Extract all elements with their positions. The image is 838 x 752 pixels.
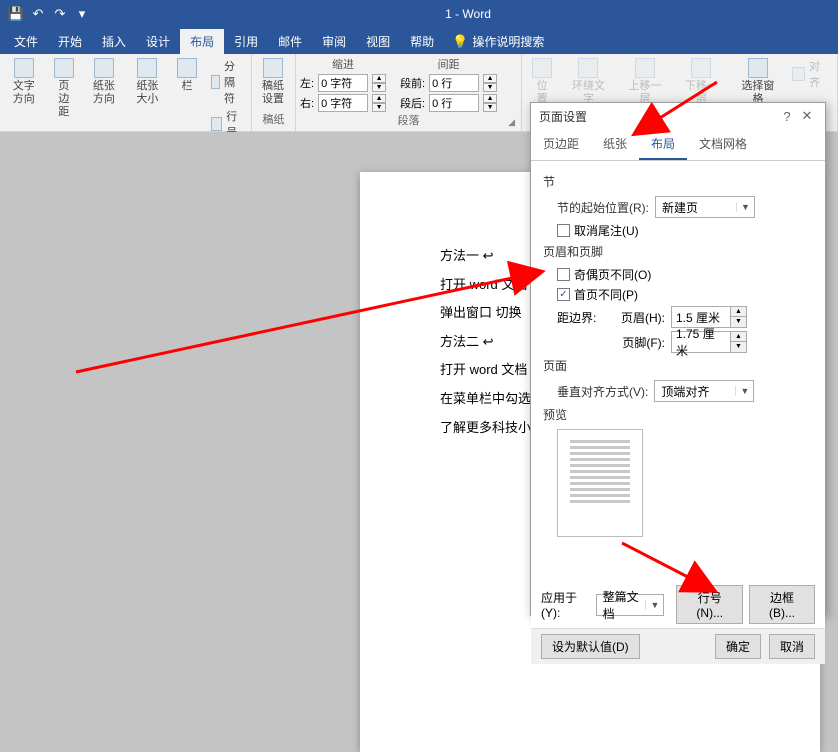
tab-view[interactable]: 视图 bbox=[356, 29, 400, 54]
selection-pane-button[interactable]: 选择窗格 bbox=[732, 56, 784, 108]
dialog-tabs: 页边距 纸张 布局 文档网格 bbox=[531, 129, 825, 161]
dialog-apply-row: 应用于(Y): 整篇文档 ▼ 行号(N)... 边框(B)... bbox=[531, 581, 825, 628]
breaks-button[interactable]: 分隔符 bbox=[211, 58, 243, 106]
tab-review[interactable]: 审阅 bbox=[312, 29, 356, 54]
dialog-tab-layout[interactable]: 布局 bbox=[639, 129, 687, 160]
line-numbers-dialog-button[interactable]: 行号(N)... bbox=[676, 585, 743, 624]
odd-even-checkbox[interactable] bbox=[557, 268, 570, 281]
bring-forward-button: 上移一层 bbox=[619, 56, 671, 108]
indent-right-down[interactable]: ▼ bbox=[372, 103, 386, 112]
group-paragraph: 缩进 左:▲▼ 右:▲▼ 间距 段前:▲▼ 段后:▲▼ 段落◢ bbox=[296, 54, 522, 131]
dialog-close-icon[interactable]: ✕ bbox=[797, 108, 817, 124]
tab-mailings[interactable]: 邮件 bbox=[268, 29, 312, 54]
suppress-endnotes-checkbox[interactable] bbox=[557, 224, 570, 237]
dialog-titlebar: 页面设置 ? ✕ bbox=[531, 103, 825, 129]
redo-icon[interactable]: ↷ bbox=[52, 6, 68, 22]
send-backward-button: 下移一层 bbox=[675, 56, 727, 108]
dialog-footer: 设为默认值(D) 确定 取消 bbox=[531, 628, 825, 664]
chevron-down-icon[interactable]: ▼ bbox=[736, 202, 754, 212]
spacing-before-input[interactable] bbox=[429, 74, 479, 92]
dialog-title: 页面设置 bbox=[539, 108, 777, 125]
section-start-combo[interactable]: 新建页 ▼ bbox=[655, 196, 755, 218]
qat-customize-icon[interactable]: ▾ bbox=[74, 6, 90, 22]
preview-thumbnail bbox=[557, 429, 643, 537]
tab-layout[interactable]: 布局 bbox=[180, 29, 224, 54]
dialog-tab-paper[interactable]: 纸张 bbox=[591, 129, 639, 160]
group-paper: 稿纸 设置 稿纸 bbox=[252, 54, 296, 131]
tab-references[interactable]: 引用 bbox=[224, 29, 268, 54]
indent-left-up[interactable]: ▲ bbox=[372, 74, 386, 83]
indent-left-down[interactable]: ▼ bbox=[372, 83, 386, 92]
text-direction-button[interactable]: 文字方向 bbox=[4, 56, 44, 108]
dialog-tab-margins[interactable]: 页边距 bbox=[531, 129, 591, 160]
align-button: 对齐 bbox=[792, 58, 829, 90]
tab-file[interactable]: 文件 bbox=[4, 29, 48, 54]
paper-settings-button[interactable]: 稿纸 设置 bbox=[256, 56, 290, 108]
margins-button[interactable]: 页边距 bbox=[48, 56, 81, 122]
page-setup-dialog: 页面设置 ? ✕ 页边距 纸张 布局 文档网格 节 节的起始位置(R): 新建页… bbox=[530, 102, 826, 616]
indent-left-input[interactable] bbox=[318, 74, 368, 92]
undo-icon[interactable]: ↶ bbox=[30, 6, 46, 22]
paragraph-launcher-icon[interactable]: ◢ bbox=[508, 117, 515, 128]
tab-insert[interactable]: 插入 bbox=[92, 29, 136, 54]
chevron-down-icon[interactable]: ▼ bbox=[735, 386, 753, 396]
group-page-setup: 文字方向 页边距 纸张方向 纸张大小 栏 分隔符 行号 断字 页面设置◢ bbox=[0, 54, 252, 131]
dialog-tab-grid[interactable]: 文档网格 bbox=[687, 129, 759, 160]
cancel-button[interactable]: 取消 bbox=[769, 634, 815, 659]
position-button: 位置 bbox=[526, 56, 558, 108]
title-bar: 💾 ↶ ↷ ▾ 1 - Word bbox=[0, 0, 838, 28]
dialog-body: 节 节的起始位置(R): 新建页 ▼ 取消尾注(U) 页眉和页脚 奇偶页不同(O… bbox=[531, 161, 825, 581]
tell-me-search[interactable]: 💡 操作说明搜索 bbox=[444, 29, 552, 54]
ribbon-tabs: 文件 开始 插入 设计 布局 引用 邮件 审阅 视图 帮助 💡 操作说明搜索 bbox=[0, 28, 838, 54]
columns-button[interactable]: 栏 bbox=[171, 56, 203, 95]
set-default-button[interactable]: 设为默认值(D) bbox=[541, 634, 640, 659]
indent-right-input[interactable] bbox=[318, 94, 368, 112]
window-title: 1 - Word bbox=[98, 7, 838, 21]
size-button[interactable]: 纸张大小 bbox=[128, 56, 168, 108]
tab-home[interactable]: 开始 bbox=[48, 29, 92, 54]
tell-me-label: 操作说明搜索 bbox=[472, 33, 544, 50]
apply-to-combo[interactable]: 整篇文档 ▼ bbox=[596, 594, 665, 616]
save-icon[interactable]: 💾 bbox=[8, 6, 24, 22]
dialog-help-icon[interactable]: ? bbox=[777, 109, 797, 124]
borders-dialog-button[interactable]: 边框(B)... bbox=[749, 585, 815, 624]
lightbulb-icon: 💡 bbox=[452, 34, 468, 50]
chevron-down-icon[interactable]: ▼ bbox=[645, 600, 663, 610]
first-page-different-checkbox[interactable] bbox=[557, 288, 570, 301]
wrap-text-button: 环绕文字 bbox=[562, 56, 614, 108]
tab-help[interactable]: 帮助 bbox=[400, 29, 444, 54]
footer-distance-input[interactable]: 1.75 厘米 ▲▼ bbox=[671, 331, 747, 353]
spacing-after-input[interactable] bbox=[429, 94, 479, 112]
vertical-align-combo[interactable]: 顶端对齐 ▼ bbox=[654, 380, 754, 402]
quick-access-toolbar: 💾 ↶ ↷ ▾ bbox=[0, 6, 98, 22]
tab-design[interactable]: 设计 bbox=[136, 29, 180, 54]
orientation-button[interactable]: 纸张方向 bbox=[84, 56, 124, 108]
ok-button[interactable]: 确定 bbox=[715, 634, 761, 659]
indent-right-up[interactable]: ▲ bbox=[372, 94, 386, 103]
